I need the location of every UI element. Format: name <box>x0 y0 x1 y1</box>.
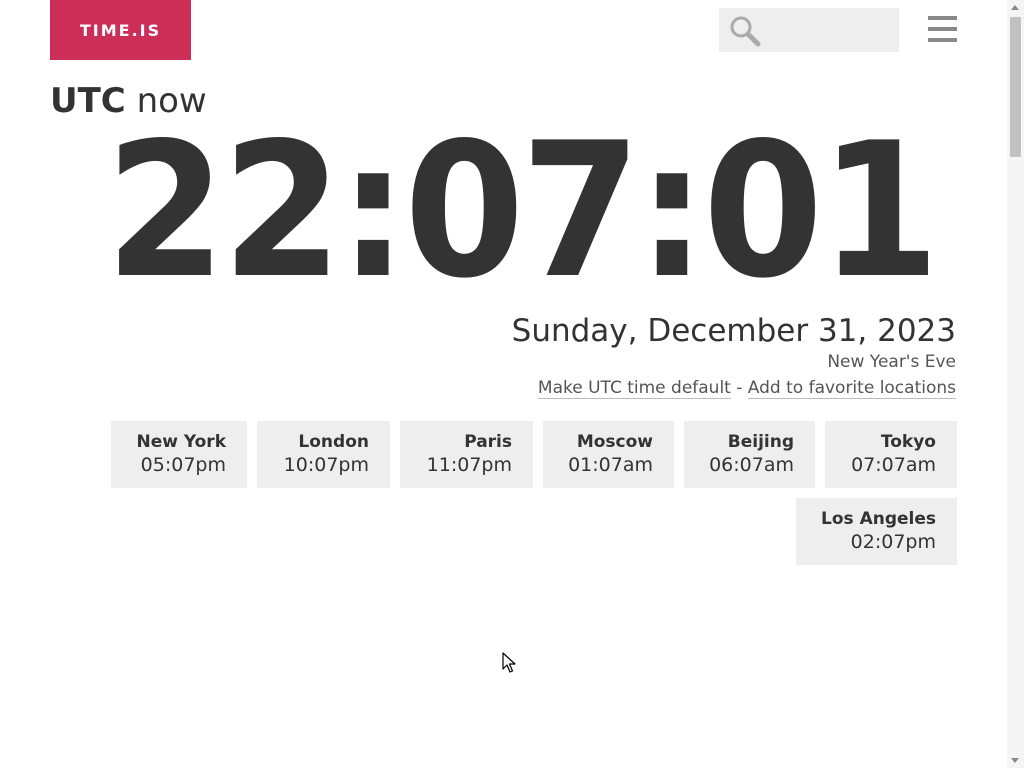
link-separator: - <box>730 378 748 398</box>
search-box[interactable] <box>719 8 899 52</box>
city-name: Beijing <box>727 432 794 452</box>
city-time: 11:07pm <box>426 454 512 476</box>
city-card-tokyo[interactable]: Tokyo 07:07am <box>825 421 957 488</box>
logo-link[interactable]: TIME.IS <box>50 0 191 60</box>
date-text: Sunday, December 31, 2023 <box>511 313 956 349</box>
city-card-paris[interactable]: Paris 11:07pm <box>400 421 533 488</box>
make-default-link[interactable]: Make UTC time default <box>537 378 731 399</box>
search-icon[interactable] <box>729 15 761 47</box>
city-time: 02:07pm <box>850 531 936 553</box>
city-card-los-angeles[interactable]: Los Angeles 02:07pm <box>796 498 957 565</box>
city-time: 07:07am <box>851 454 936 476</box>
city-time: 05:07pm <box>140 454 226 476</box>
city-time: 06:07am <box>709 454 794 476</box>
city-name: Los Angeles <box>821 509 936 529</box>
hamburger-menu-icon[interactable] <box>928 16 958 44</box>
city-card-moscow[interactable]: Moscow 01:07am <box>543 421 674 488</box>
clock-container: 22:07:01 <box>76 102 939 319</box>
scroll-down-arrow-icon[interactable] <box>1011 758 1019 763</box>
add-favorite-link[interactable]: Add to favorite locations <box>747 378 956 399</box>
scroll-thumb[interactable] <box>1010 17 1021 157</box>
vertical-scrollbar[interactable] <box>1007 0 1024 768</box>
main-clock: 22:07:01 <box>105 102 939 319</box>
city-name: Paris <box>464 432 512 452</box>
holiday-text: New Year's Eve <box>827 352 956 372</box>
city-name: New York <box>136 432 227 452</box>
city-time: 10:07pm <box>283 454 369 476</box>
city-card-london[interactable]: London 10:07pm <box>257 421 390 488</box>
city-time: 01:07am <box>568 454 653 476</box>
city-name: Tokyo <box>880 432 936 452</box>
city-card-beijing[interactable]: Beijing 06:07am <box>684 421 815 488</box>
search-input[interactable] <box>765 8 895 52</box>
scroll-up-arrow-icon[interactable] <box>1011 5 1019 10</box>
city-name: Moscow <box>576 432 653 452</box>
city-card-new-york[interactable]: New York 05:07pm <box>111 421 247 488</box>
actions-line: Make UTC time default - Add to favorite … <box>537 375 956 401</box>
city-name: London <box>298 432 369 452</box>
mouse-cursor-icon <box>502 652 516 673</box>
